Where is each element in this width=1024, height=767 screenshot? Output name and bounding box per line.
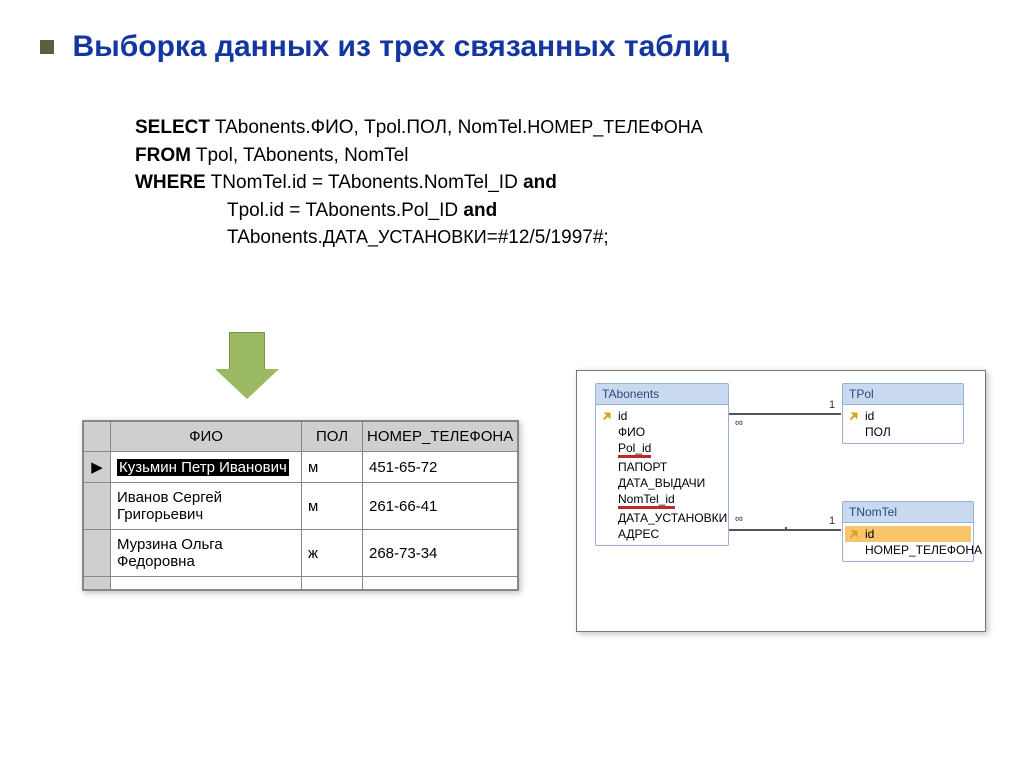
relationship-line: [729, 413, 841, 415]
schema-field: ДАТА_ВЫДАЧИ: [598, 475, 726, 491]
schema-diagram: TAbonents id ФИО Pol_id ПАПОРТ ДАТА_ВЫДА…: [576, 370, 986, 632]
schema-field: ДАТА_УСТАНОВКИ: [598, 510, 726, 526]
schema-field: NomTel_id: [598, 491, 726, 510]
result-table: ФИО ПОЛ НОМЕР_ТЕЛЕФОНА ▶ Кузьмин Петр Ив…: [82, 420, 519, 591]
schema-field: НОМЕР_ТЕЛЕФОНА: [845, 542, 971, 558]
schema-table-tpol: TPol id ПОЛ: [842, 383, 964, 444]
schema-field: ПОЛ: [845, 424, 961, 440]
sql-where-2: Tpol.id = TAbonents.Pol_ID and: [135, 197, 497, 225]
cell-fio: Иванов Сергей Григорьевич: [111, 483, 302, 530]
col-fio: ФИО: [111, 422, 302, 452]
cell-tel: 261-66-41: [363, 483, 518, 530]
sql-keyword-and-2: and: [463, 200, 497, 221]
title-bullet-icon: [40, 40, 54, 54]
schema-table-header: TAbonents: [596, 384, 728, 405]
relationship-label-one: 1: [829, 399, 835, 411]
relationship-label-one: 1: [829, 515, 835, 527]
cell-pol: ж: [302, 530, 363, 577]
table-row: Иванов Сергей Григорьевич м 261-66-41: [84, 483, 518, 530]
relationship-label-many: ∞: [735, 513, 743, 525]
sql-select-columns-2: НОМЕР_ТЕЛЕФОНА: [527, 117, 703, 137]
sql-keyword-select: SELECT: [135, 117, 210, 138]
down-arrow-icon: [215, 332, 279, 399]
schema-field: ФИО: [598, 424, 726, 440]
schema-field: ПАПОРТ: [598, 459, 726, 475]
slide-title-row: Выборка данных из трех связанных таблиц: [40, 30, 984, 64]
table-row: ▶ Кузьмин Петр Иванович м 451-65-72: [84, 452, 518, 483]
table-row: [84, 577, 518, 590]
relationship-label-many: ∞: [735, 417, 743, 429]
sql-keyword-from: FROM: [135, 145, 191, 166]
schema-table-header: TPol: [843, 384, 963, 405]
sql-keyword-where: WHERE: [135, 172, 206, 193]
sql-where-3: TAbonents.ДАТА_УСТАНОВКИ=#12/5/1997#;: [135, 224, 609, 252]
relationship-line: [729, 529, 785, 531]
schema-field: Pol_id: [598, 440, 726, 459]
cell-pol: м: [302, 452, 363, 483]
cell-pol: м: [302, 483, 363, 530]
col-tel: НОМЕР_ТЕЛЕФОНА: [363, 422, 518, 452]
table-header-row: ФИО ПОЛ НОМЕР_ТЕЛЕФОНА: [84, 422, 518, 452]
table-row: Мурзина Ольга Федоровна ж 268-73-34: [84, 530, 518, 577]
sql-query-block: SELECT TAbonents.ФИО, Tpol.ПОЛ, NomTel.Н…: [135, 114, 984, 252]
sql-where-1: TNomTel.id = TAbonents.NomTel_ID: [206, 172, 523, 193]
col-pol: ПОЛ: [302, 422, 363, 452]
schema-table-tabonents: TAbonents id ФИО Pol_id ПАПОРТ ДАТА_ВЫДА…: [595, 383, 729, 546]
relationship-line: [785, 529, 841, 531]
schema-field: id: [598, 408, 726, 424]
slide-title: Выборка данных из трех связанных таблиц: [72, 30, 729, 63]
cell-tel: 451-65-72: [363, 452, 518, 483]
schema-table-header: TNomTel: [843, 502, 973, 523]
sql-select-columns: TAbonents.ФИО, Tpol.ПОЛ, NomTel.: [210, 117, 527, 138]
row-marker: [84, 483, 111, 530]
schema-field: id: [845, 526, 971, 542]
row-marker: [84, 530, 111, 577]
cell-tel: 268-73-34: [363, 530, 518, 577]
schema-table-tnomtel: TNomTel id НОМЕР_ТЕЛЕФОНА: [842, 501, 974, 562]
row-marker: ▶: [84, 452, 111, 483]
sql-keyword-and-1: and: [523, 172, 557, 193]
cell-fio: Мурзина Ольга Федоровна: [111, 530, 302, 577]
sql-from-tables: Tpol, TAbonents, NomTel: [191, 145, 409, 166]
schema-field: АДРЕС: [598, 526, 726, 542]
schema-field: id: [845, 408, 961, 424]
cell-fio: Кузьмин Петр Иванович: [117, 459, 289, 476]
